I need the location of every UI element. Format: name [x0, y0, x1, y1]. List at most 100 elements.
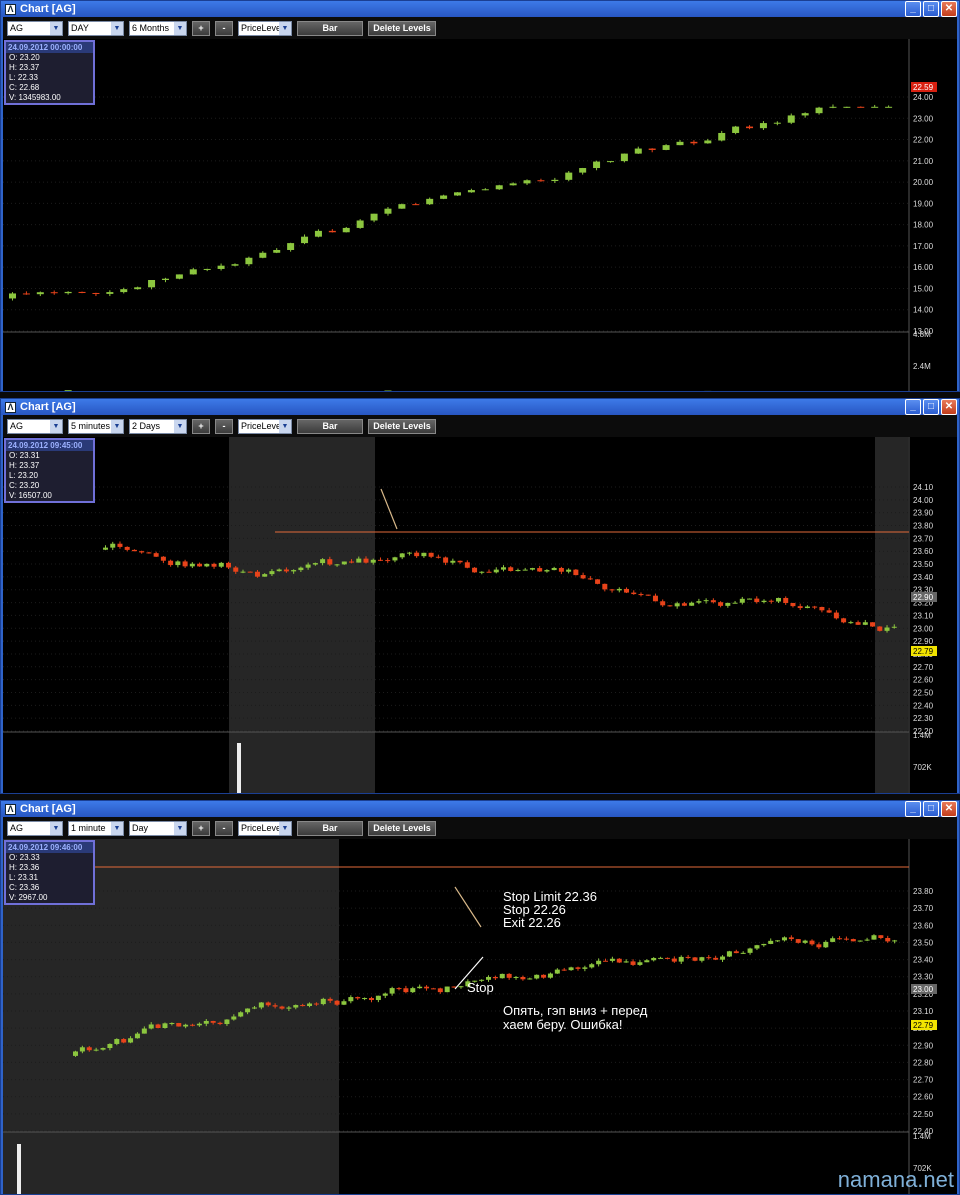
interval-select[interactable]: 5 minutes ▼: [68, 418, 124, 434]
window-title: Chart [AG]: [20, 803, 76, 815]
candle: [131, 549, 137, 552]
candle: [450, 560, 456, 563]
symbol-select[interactable]: AG ▼: [7, 20, 63, 36]
bar-button[interactable]: Bar: [297, 820, 363, 836]
candle: [759, 123, 767, 129]
zoom-in-button[interactable]: +: [192, 418, 210, 434]
candle: [196, 1023, 202, 1026]
zoom-out-button[interactable]: -: [215, 20, 233, 36]
symbol-select[interactable]: AG ▼: [7, 418, 63, 434]
candle: [86, 1047, 92, 1051]
close-button[interactable]: ✕: [941, 1, 957, 17]
minimize-button[interactable]: _: [905, 1, 921, 17]
candle: [134, 1033, 140, 1039]
candle: [479, 571, 485, 573]
info-open: O: 23.33: [9, 853, 40, 862]
window-titlebar[interactable]: Λ Chart [AG] _ □ ✕: [1, 801, 959, 817]
chart-area[interactable]: 24.09.2012 09:45:00 O: 23.31 H: 23.37 L:…: [3, 437, 957, 793]
candle: [551, 567, 557, 571]
zoom-out-button[interactable]: -: [215, 418, 233, 434]
close-button[interactable]: ✕: [941, 801, 957, 817]
range-select[interactable]: 2 Days ▼: [129, 418, 187, 434]
close-button[interactable]: ✕: [941, 399, 957, 415]
candle: [529, 568, 535, 570]
zoom-in-button[interactable]: +: [192, 20, 210, 36]
candle: [692, 957, 698, 961]
range-value: 6 Months: [132, 23, 170, 33]
price-tick-label: 22.00: [913, 136, 934, 145]
range-select[interactable]: 6 Months ▼: [129, 20, 187, 36]
candle: [73, 1051, 78, 1056]
candle: [801, 113, 809, 116]
candle: [258, 1002, 264, 1008]
minimize-button[interactable]: _: [905, 399, 921, 415]
window-titlebar[interactable]: Λ Chart [AG] _ □ ✕: [1, 1, 959, 17]
candle: [356, 558, 362, 563]
candle: [269, 571, 275, 575]
maximize-button[interactable]: □: [923, 1, 939, 17]
candle: [162, 1023, 168, 1029]
interval-value: 5 minutes: [71, 421, 111, 431]
delete-levels-button[interactable]: Delete Levels: [368, 418, 436, 434]
candle: [313, 1003, 319, 1005]
candle: [189, 269, 197, 275]
chart-toolbar: AG ▼ DAY ▼ 6 Months ▼ + - PriceLeve ▼ Bar De…: [3, 17, 957, 39]
delete-levels-button[interactable]: Delete Levels: [368, 820, 436, 836]
interval-select[interactable]: DAY ▼: [68, 20, 124, 36]
candle: [837, 938, 843, 940]
candle: [523, 180, 531, 184]
price-tick-label: 23.80: [913, 887, 934, 896]
delete-levels-button[interactable]: Delete Levels: [368, 20, 436, 36]
candle: [513, 976, 519, 978]
symbol-select[interactable]: AG ▼: [7, 820, 63, 836]
candle: [674, 603, 680, 607]
candle: [660, 601, 666, 606]
candle: [699, 957, 705, 961]
candle: [551, 179, 559, 182]
candle: [878, 935, 884, 938]
window-titlebar[interactable]: Λ Chart [AG] _ □ ✕: [1, 399, 959, 415]
price-chart-svg[interactable]: 24.00 23.00 22.00 21.00 20.00 19.00 18.00 17.00…: [3, 39, 959, 391]
candle: [396, 988, 402, 990]
price-levels-select[interactable]: PriceLeve ▼: [238, 20, 292, 36]
price-chart-svg[interactable]: 23.8023.7023.6023.5023.4023.3023.2023.10…: [3, 839, 959, 1194]
candle: [36, 292, 44, 295]
info-high: H: 23.37: [9, 461, 40, 470]
candle: [93, 1049, 99, 1051]
maximize-button[interactable]: □: [923, 399, 939, 415]
maximize-button[interactable]: □: [923, 801, 939, 817]
interval-select[interactable]: 1 minute ▼: [68, 820, 124, 836]
chevron-down-icon: ▼: [174, 419, 186, 433]
candle: [472, 567, 478, 573]
range-select[interactable]: Day ▼: [129, 820, 187, 836]
price-chart-svg[interactable]: 24.10 24.00 23.90 23.80 23.70 23.60 23.50 23.40…: [3, 437, 959, 793]
candle: [128, 1038, 134, 1043]
candle: [616, 958, 622, 963]
bar-button[interactable]: Bar: [297, 20, 363, 36]
volume-bar: [64, 390, 72, 391]
price-tick-label: 22.70: [913, 1076, 934, 1085]
chart-area[interactable]: 24.09.2012 00:00:00 O: 23.20 H: 23.37 L:…: [3, 39, 957, 391]
candle: [117, 543, 123, 547]
candle: [486, 571, 492, 573]
price-tick-label: 23.70: [913, 904, 934, 913]
marker-price-label: 22.90: [913, 593, 934, 602]
candle: [168, 560, 174, 566]
zoom-in-button[interactable]: +: [192, 820, 210, 836]
candle: [428, 552, 434, 557]
minimize-button[interactable]: _: [905, 801, 921, 817]
bar-button[interactable]: Bar: [297, 418, 363, 434]
chevron-down-icon: ▼: [279, 821, 291, 835]
candle: [259, 252, 267, 258]
chart-area[interactable]: 24.09.2012 09:46:00 O: 23.33 H: 23.36 L:…: [3, 839, 957, 1194]
price-levels-select[interactable]: PriceLeve ▼: [238, 418, 292, 434]
candle: [547, 973, 553, 978]
candle: [384, 208, 392, 214]
price-levels-select[interactable]: PriceLeve ▼: [238, 820, 292, 836]
candle: [240, 571, 246, 573]
candle: [783, 597, 789, 603]
window-title: Chart [AG]: [20, 401, 76, 413]
candle: [444, 986, 450, 993]
zoom-out-button[interactable]: -: [215, 820, 233, 836]
candle: [203, 268, 211, 270]
